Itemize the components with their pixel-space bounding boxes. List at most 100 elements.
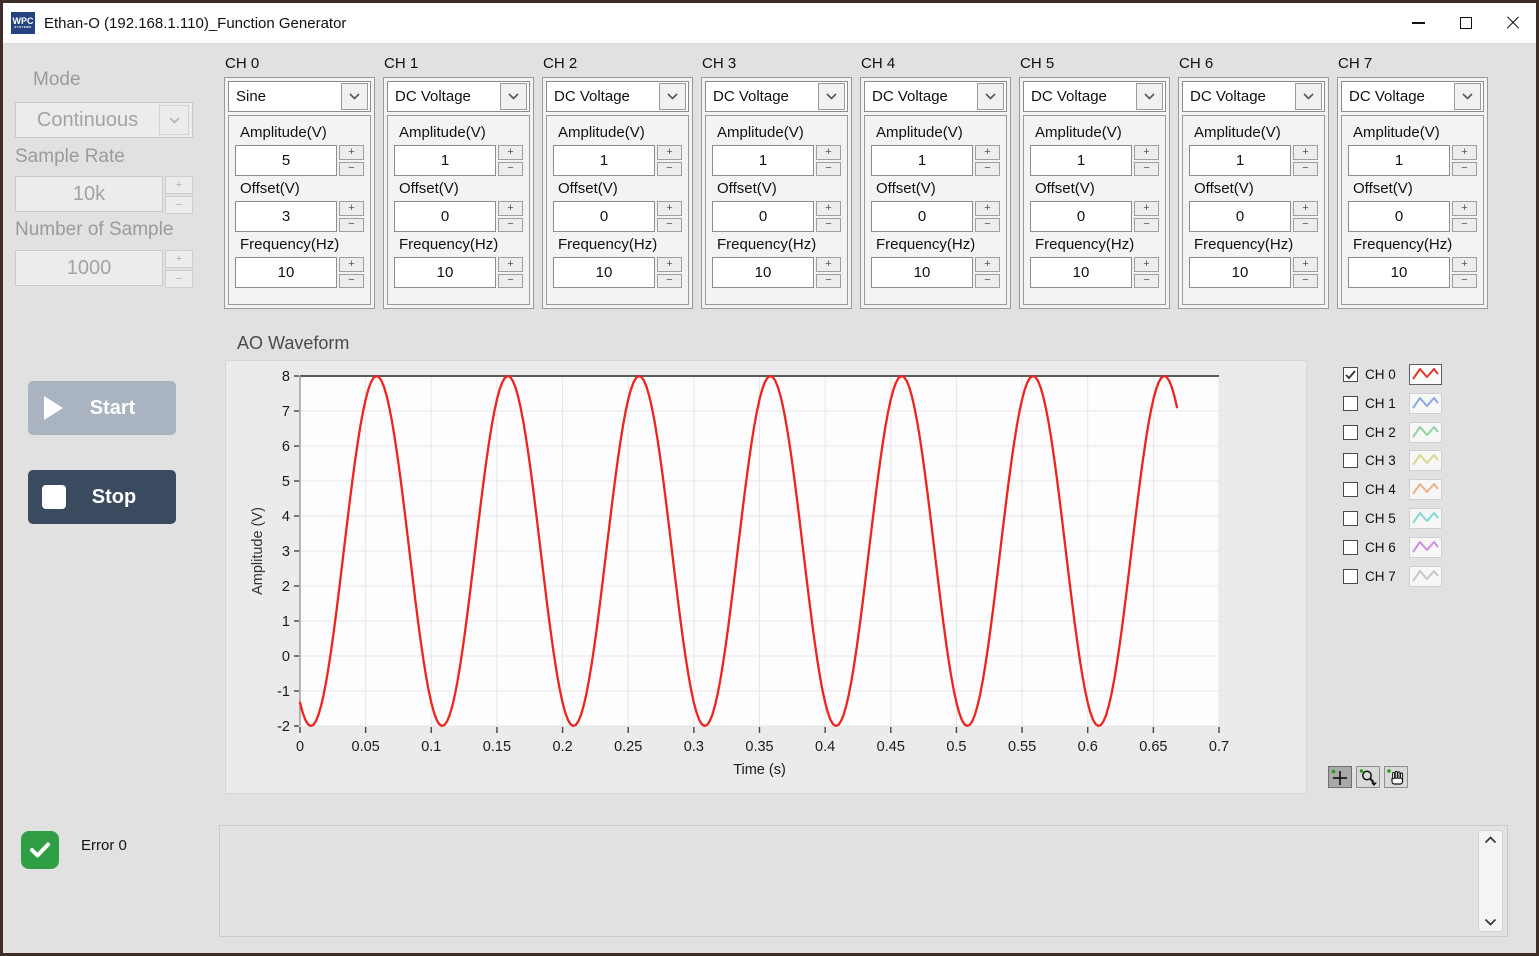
offset-spinner-down[interactable]: − xyxy=(1293,218,1318,233)
scroll-down-icon[interactable] xyxy=(1484,918,1497,926)
zoom-tool-button[interactable] xyxy=(1356,766,1380,788)
frequency-input[interactable]: 10 xyxy=(1348,257,1450,288)
amplitude-input[interactable]: 5 xyxy=(235,145,337,176)
close-button[interactable] xyxy=(1489,3,1536,43)
waveform-select[interactable]: DC Voltage xyxy=(1182,81,1325,112)
offset-spinner-up[interactable]: + xyxy=(816,201,841,216)
frequency-input[interactable]: 10 xyxy=(1189,257,1291,288)
frequency-spinner-down[interactable]: − xyxy=(339,274,364,289)
waveform-select[interactable]: DC Voltage xyxy=(1341,81,1484,112)
waveform-select[interactable]: DC Voltage xyxy=(864,81,1007,112)
chevron-down-icon[interactable] xyxy=(341,83,368,110)
offset-spinner-down[interactable]: − xyxy=(657,218,682,233)
frequency-spinner-up[interactable]: + xyxy=(1452,257,1477,272)
frequency-input[interactable]: 10 xyxy=(871,257,973,288)
waveform-select[interactable]: DC Voltage xyxy=(387,81,530,112)
amplitude-spinner-down[interactable]: − xyxy=(1293,162,1318,177)
amplitude-input[interactable]: 1 xyxy=(871,145,973,176)
num-samples-input[interactable]: 1000 xyxy=(15,250,163,286)
error-log-box[interactable] xyxy=(219,825,1508,937)
amplitude-spinner-up[interactable]: + xyxy=(975,145,1000,160)
amplitude-input[interactable]: 1 xyxy=(712,145,814,176)
waveform-select[interactable]: Sine xyxy=(228,81,371,112)
frequency-input[interactable]: 10 xyxy=(1030,257,1132,288)
chevron-down-icon[interactable] xyxy=(1295,83,1322,110)
chevron-down-icon[interactable] xyxy=(659,83,686,110)
offset-input[interactable]: 0 xyxy=(1030,201,1132,232)
amplitude-spinner-down[interactable]: − xyxy=(975,162,1000,177)
channel-visibility-checkbox[interactable] xyxy=(1343,540,1358,555)
waveform-select[interactable]: DC Voltage xyxy=(546,81,689,112)
frequency-spinner-down[interactable]: − xyxy=(657,274,682,289)
offset-spinner-up[interactable]: + xyxy=(339,201,364,216)
frequency-input[interactable]: 10 xyxy=(235,257,337,288)
amplitude-input[interactable]: 1 xyxy=(1030,145,1132,176)
start-button[interactable]: Start xyxy=(28,381,176,435)
amplitude-spinner-up[interactable]: + xyxy=(1293,145,1318,160)
line-style-swatch[interactable] xyxy=(1409,393,1442,414)
offset-spinner-down[interactable]: − xyxy=(1452,218,1477,233)
offset-input[interactable]: 0 xyxy=(394,201,496,232)
minimize-button[interactable] xyxy=(1395,3,1442,43)
frequency-spinner-up[interactable]: + xyxy=(975,257,1000,272)
offset-input[interactable]: 0 xyxy=(871,201,973,232)
amplitude-spinner-down[interactable]: − xyxy=(1452,162,1477,177)
amplitude-input[interactable]: 1 xyxy=(1189,145,1291,176)
sample-rate-spinner-up[interactable]: + xyxy=(165,176,193,194)
amplitude-input[interactable]: 1 xyxy=(394,145,496,176)
line-style-swatch[interactable] xyxy=(1409,537,1442,558)
chevron-down-icon[interactable] xyxy=(818,83,845,110)
amplitude-spinner-down[interactable]: − xyxy=(1134,162,1159,177)
chevron-down-icon[interactable] xyxy=(1454,83,1481,110)
amplitude-spinner-up[interactable]: + xyxy=(1134,145,1159,160)
frequency-spinner-down[interactable]: − xyxy=(1293,274,1318,289)
amplitude-spinner-down[interactable]: − xyxy=(816,162,841,177)
chevron-down-icon[interactable] xyxy=(1136,83,1163,110)
offset-spinner-up[interactable]: + xyxy=(975,201,1000,216)
amplitude-spinner-up[interactable]: + xyxy=(816,145,841,160)
frequency-spinner-up[interactable]: + xyxy=(657,257,682,272)
offset-input[interactable]: 0 xyxy=(1189,201,1291,232)
frequency-input[interactable]: 10 xyxy=(712,257,814,288)
pan-tool-button[interactable] xyxy=(1384,766,1408,788)
amplitude-input[interactable]: 1 xyxy=(1348,145,1450,176)
offset-spinner-up[interactable]: + xyxy=(657,201,682,216)
channel-visibility-checkbox[interactable] xyxy=(1343,511,1358,526)
channel-visibility-checkbox[interactable] xyxy=(1343,367,1358,382)
frequency-spinner-down[interactable]: − xyxy=(498,274,523,289)
offset-spinner-up[interactable]: + xyxy=(1293,201,1318,216)
offset-spinner-down[interactable]: − xyxy=(339,218,364,233)
line-style-swatch[interactable] xyxy=(1409,450,1442,471)
offset-input[interactable]: 0 xyxy=(1348,201,1450,232)
offset-spinner-up[interactable]: + xyxy=(1452,201,1477,216)
frequency-spinner-down[interactable]: − xyxy=(975,274,1000,289)
stop-button[interactable]: Stop xyxy=(28,470,176,524)
waveform-select[interactable]: DC Voltage xyxy=(1023,81,1166,112)
channel-visibility-checkbox[interactable] xyxy=(1343,453,1358,468)
frequency-spinner-up[interactable]: + xyxy=(816,257,841,272)
num-samples-spinner-up[interactable]: + xyxy=(165,250,193,268)
chevron-down-icon[interactable] xyxy=(977,83,1004,110)
frequency-input[interactable]: 10 xyxy=(553,257,655,288)
scroll-up-icon[interactable] xyxy=(1484,836,1497,844)
amplitude-spinner-down[interactable]: − xyxy=(339,162,364,177)
channel-visibility-checkbox[interactable] xyxy=(1343,425,1358,440)
sample-rate-spinner-down[interactable]: − xyxy=(165,196,193,214)
amplitude-spinner-up[interactable]: + xyxy=(498,145,523,160)
frequency-input[interactable]: 10 xyxy=(394,257,496,288)
offset-input[interactable]: 0 xyxy=(553,201,655,232)
channel-visibility-checkbox[interactable] xyxy=(1343,569,1358,584)
line-style-swatch[interactable] xyxy=(1409,422,1442,443)
error-log-scrollbar[interactable] xyxy=(1478,830,1503,932)
mode-select[interactable]: Continuous xyxy=(15,102,193,138)
sample-rate-input[interactable]: 10k xyxy=(15,176,163,212)
amplitude-spinner-up[interactable]: + xyxy=(657,145,682,160)
offset-spinner-down[interactable]: − xyxy=(975,218,1000,233)
offset-spinner-up[interactable]: + xyxy=(1134,201,1159,216)
offset-input[interactable]: 0 xyxy=(712,201,814,232)
offset-input[interactable]: 3 xyxy=(235,201,337,232)
frequency-spinner-down[interactable]: − xyxy=(1134,274,1159,289)
line-style-swatch[interactable] xyxy=(1409,508,1442,529)
channel-visibility-checkbox[interactable] xyxy=(1343,396,1358,411)
num-samples-spinner-down[interactable]: − xyxy=(165,270,193,288)
